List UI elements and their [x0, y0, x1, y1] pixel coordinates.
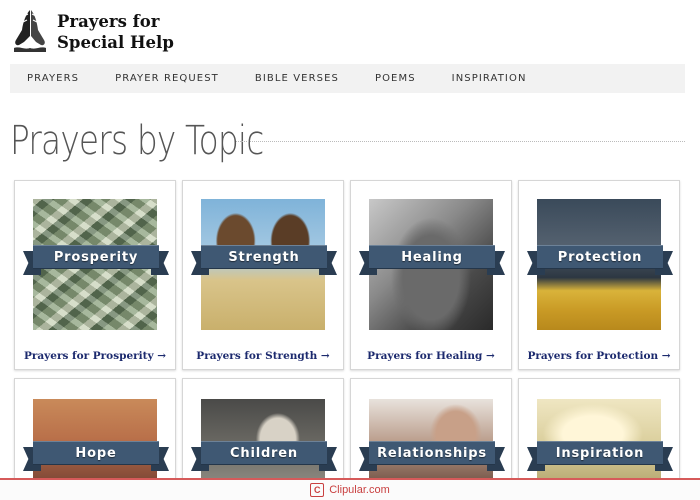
- ribbon-label: Prosperity: [53, 249, 139, 265]
- page-title: Prayers by Topic: [10, 118, 264, 164]
- footer-brand-text[interactable]: Clipular.com: [329, 484, 390, 496]
- ribbon-banner: Healing: [359, 245, 505, 275]
- site-logo-text[interactable]: Prayers for Special Help: [57, 11, 174, 53]
- ribbon-banner: Inspiration: [527, 441, 673, 471]
- nav-item-inspiration[interactable]: INSPIRATION: [452, 73, 527, 84]
- nav-item-bible-verses[interactable]: BIBLE VERSES: [255, 73, 339, 84]
- ribbon-label: Inspiration: [555, 445, 645, 461]
- ribbon-label: Hope: [75, 445, 117, 461]
- nav-item-poems[interactable]: POEMS: [375, 73, 416, 84]
- title-divider: [236, 141, 685, 142]
- topic-card-prosperity[interactable]: Prosperity Prayers for Prosperity →: [14, 180, 176, 370]
- protection-link[interactable]: Prayers for Protection →: [519, 350, 679, 362]
- clipular-logo-icon: C: [310, 483, 325, 497]
- prosperity-link[interactable]: Prayers for Prosperity →: [15, 350, 175, 362]
- ribbon-banner: Children: [191, 441, 337, 471]
- topic-card-strength[interactable]: Strength Prayers for Strength →: [182, 180, 344, 370]
- ribbon-label: Healing: [401, 249, 463, 265]
- nav-item-prayers[interactable]: PRAYERS: [27, 73, 79, 84]
- topic-card-protection[interactable]: Protection Prayers for Protection →: [518, 180, 680, 370]
- main-nav: PRAYERS PRAYER REQUEST BIBLE VERSES POEM…: [10, 64, 685, 93]
- ribbon-label: Strength: [228, 249, 300, 265]
- clipular-footer-bar: C Clipular.com: [0, 478, 700, 500]
- ribbon-label: Protection: [557, 249, 643, 265]
- ribbon-banner: Hope: [23, 441, 169, 471]
- topic-card-healing[interactable]: Healing Prayers for Healing →: [350, 180, 512, 370]
- ribbon-banner: Protection: [527, 245, 673, 275]
- ribbon-banner: Relationships: [359, 441, 505, 471]
- ribbon-banner: Prosperity: [23, 245, 169, 275]
- ribbon-label: Children: [230, 445, 298, 461]
- healing-link[interactable]: Prayers for Healing →: [351, 350, 511, 362]
- praying-hands-icon[interactable]: [10, 6, 50, 54]
- ribbon-label: Relationships: [377, 445, 487, 461]
- strength-link[interactable]: Prayers for Strength →: [183, 350, 343, 362]
- nav-item-prayer-request[interactable]: PRAYER REQUEST: [115, 73, 219, 84]
- logo-line-2: Special Help: [57, 33, 174, 52]
- logo-line-1: Prayers for: [57, 12, 160, 31]
- ribbon-banner: Strength: [191, 245, 337, 275]
- site-header: Prayers for Special Help: [0, 0, 700, 64]
